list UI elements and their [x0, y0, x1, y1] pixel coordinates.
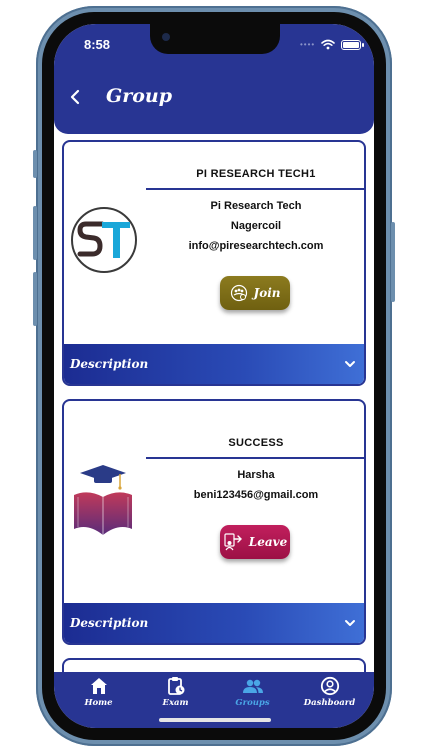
- battery-icon: [341, 39, 365, 50]
- group-card: SUCCESS Harsha beni123456@gmail.com Leav…: [62, 399, 366, 645]
- camera-icon: [162, 33, 170, 41]
- app-screen: 8:58 •••• Group PI RESEARCH TECH1 Pi Res…: [54, 24, 374, 728]
- account-circle-icon: [320, 676, 339, 696]
- group-add-icon: [230, 284, 247, 302]
- group-name: SUCCESS: [228, 437, 284, 449]
- group-info-line: Pi Research Tech: [210, 200, 302, 212]
- nav-dashboard[interactable]: Dashboard: [295, 676, 365, 728]
- nav-dashboard-label: Dashboard: [303, 698, 356, 708]
- description-label: Description: [70, 616, 149, 630]
- home-icon: [90, 678, 107, 694]
- description-toggle[interactable]: Description: [64, 344, 364, 384]
- volume-up-button: [33, 206, 37, 260]
- join-button[interactable]: Join: [220, 276, 290, 310]
- group-email: beni123456@gmail.com: [193, 489, 319, 501]
- app-header: 8:58 •••• Group: [54, 24, 374, 134]
- chevron-left-icon: [70, 89, 80, 105]
- wifi-icon: [321, 39, 336, 50]
- nav-groups-label: Groups: [235, 698, 270, 708]
- status-time: 8:58: [84, 37, 111, 52]
- volume-down-button: [33, 272, 37, 326]
- group-logo: [74, 465, 132, 535]
- notch: [150, 24, 280, 54]
- nav-home-label: Home: [84, 698, 113, 708]
- description-toggle[interactable]: Description: [64, 603, 364, 643]
- leave-label: Leave: [248, 535, 288, 549]
- mute-switch: [33, 150, 37, 178]
- nav-exam-label: Exam: [162, 698, 189, 708]
- home-indicator[interactable]: [159, 718, 271, 722]
- chevron-down-icon: [345, 361, 355, 367]
- nav-home[interactable]: Home: [64, 676, 134, 728]
- power-button: [391, 222, 395, 302]
- chevron-down-icon: [345, 620, 355, 626]
- group-card: PI RESEARCH TECH1 Pi Research Tech Nager…: [62, 140, 366, 386]
- leave-button[interactable]: Leave: [220, 525, 290, 559]
- group-email: info@piresearchtech.com: [188, 240, 324, 252]
- group-info-line: Nagercoil: [230, 220, 282, 232]
- group-info-line: Harsha: [237, 469, 275, 481]
- name-divider: [146, 188, 364, 190]
- signal-icon: ••••: [300, 40, 316, 49]
- back-button[interactable]: [66, 86, 84, 108]
- exit-group-icon: [224, 533, 242, 551]
- clipboard-clock-icon: [167, 677, 184, 695]
- status-icons: ••••: [300, 39, 365, 50]
- groups-icon: [242, 679, 263, 693]
- group-logo: [71, 207, 137, 273]
- description-label: Description: [70, 357, 149, 371]
- join-label: Join: [253, 286, 281, 300]
- name-divider: [146, 457, 364, 459]
- page-title: Group: [106, 85, 173, 107]
- group-name: PI RESEARCH TECH1: [196, 168, 316, 180]
